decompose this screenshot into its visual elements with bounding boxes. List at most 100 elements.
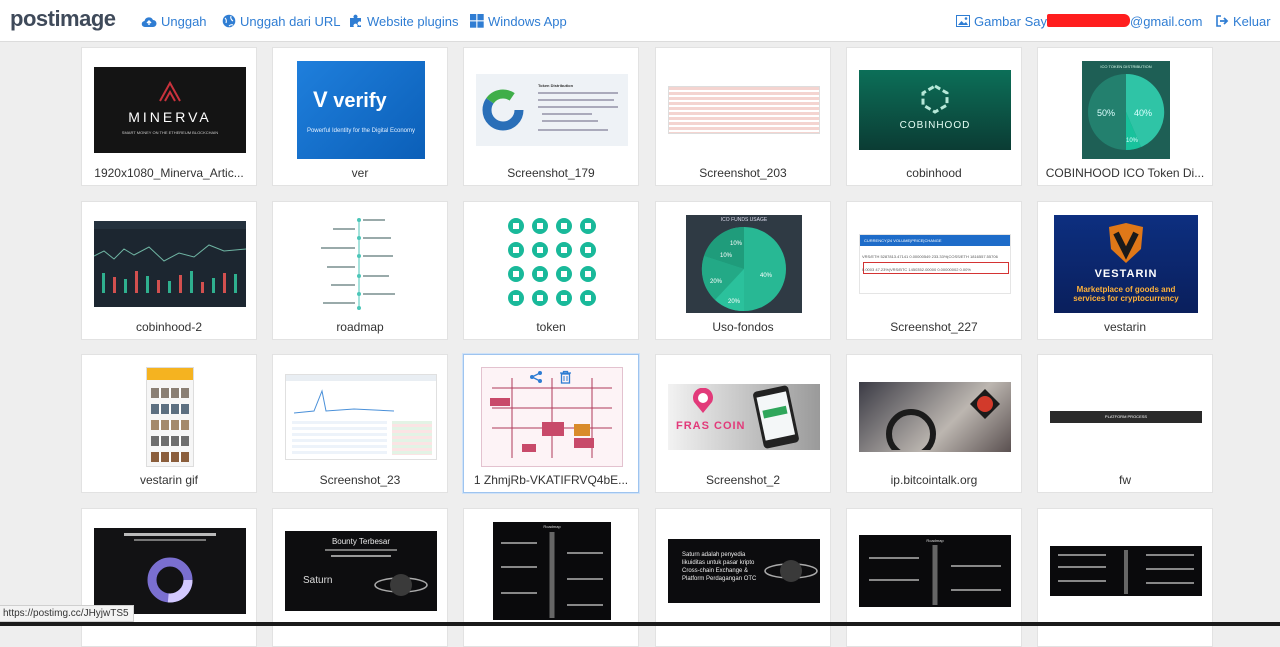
- trash-icon[interactable]: [559, 370, 573, 384]
- thumb-title: MINERVA: [128, 109, 212, 125]
- image-caption: Screenshot_227: [890, 320, 978, 334]
- thumb-title: COBINHOOD: [899, 120, 971, 131]
- thumbnail[interactable]: VESTARIN Marketplace of goods and servic…: [1050, 214, 1202, 314]
- gallery-card[interactable]: Token Distribution Screenshot_179: [463, 47, 639, 186]
- thumbnail[interactable]: CURRENCY|24 VOLUME|PRICE|CHANGE VRS/ETH …: [859, 214, 1011, 314]
- svg-text:10%: 10%: [720, 253, 733, 259]
- thumb-title: PLATFORM PROCESS: [1104, 414, 1148, 419]
- thumbnail[interactable]: Roadmap: [476, 521, 628, 621]
- upload-from-url-label: Unggah dari URL: [240, 13, 341, 29]
- gallery-card[interactable]: V verify Powerful Identity for the Digit…: [272, 47, 448, 186]
- thumbnail[interactable]: COBINHOOD: [859, 60, 1011, 160]
- website-plugins-label: Website plugins: [367, 13, 459, 29]
- thumb-title: VESTARIN: [1094, 268, 1158, 280]
- gallery-card[interactable]: Screenshot_203: [655, 47, 831, 186]
- windows-app-link[interactable]: Windows App: [470, 12, 567, 30]
- my-images-link[interactable]: Gambar Saya: [956, 12, 1054, 30]
- account-email-link[interactable]: @gmail.com: [1130, 12, 1202, 30]
- sign-out-icon: [1216, 15, 1229, 27]
- image-caption: 1920x1080_Minerva_Artic...: [94, 166, 244, 180]
- thumbnail[interactable]: [859, 367, 1011, 467]
- thumbnail[interactable]: Roadmap: [859, 521, 1011, 621]
- thumbnail[interactable]: PLATFORM PROCESS: [1050, 367, 1202, 467]
- image-caption: cobinhood-2: [135, 320, 203, 334]
- logout-link[interactable]: Keluar: [1216, 12, 1271, 30]
- gallery-card[interactable]: VESTARIN Marketplace of goods and servic…: [1037, 201, 1213, 340]
- thumbnail[interactable]: MINERVA SMART MONEY ON THE ETHEREUM BLOC…: [94, 60, 246, 160]
- gallery-card[interactable]: FRAS COIN Screenshot_2: [655, 354, 831, 493]
- thumb-title: Token Distribution: [538, 83, 574, 88]
- gallery-card[interactable]: cobinhood-2: [81, 201, 257, 340]
- thumb-title: FRAS COIN: [676, 420, 746, 432]
- thumbnail[interactable]: [668, 60, 820, 160]
- thumbnail[interactable]: Token Distribution: [476, 60, 628, 160]
- top-navbar: postimage Unggah Unggah dari URL Website…: [0, 0, 1280, 42]
- upload-label: Unggah: [161, 13, 207, 29]
- thumbnail[interactable]: [285, 214, 437, 314]
- logout-label: Keluar: [1233, 13, 1271, 29]
- thumbnail[interactable]: [476, 214, 628, 314]
- website-plugins-link[interactable]: Website plugins: [349, 12, 459, 30]
- gallery-card[interactable]: Screenshot_23: [272, 354, 448, 493]
- gallery-card-selected[interactable]: 1 ZhmjRb-VKATIFRVQ4bE...: [463, 354, 639, 493]
- postimage-logo[interactable]: postimage: [10, 6, 116, 32]
- thumb-subtitle: Saturn: [303, 575, 333, 586]
- thumbnail[interactable]: [94, 214, 246, 314]
- gallery-card[interactable]: [1037, 508, 1213, 647]
- thumbnail[interactable]: Saturn adalah penyedia likuiditas untuk …: [668, 521, 820, 621]
- image-caption: Screenshot_179: [507, 166, 595, 180]
- thumbnail[interactable]: [285, 367, 437, 467]
- upload-link[interactable]: Unggah: [141, 12, 207, 30]
- thumbnail[interactable]: Bounty Terbesar Saturn: [285, 521, 437, 621]
- thumb-title: ICO TOKEN DISTRIBUTION: [1100, 64, 1152, 69]
- cloud-upload-icon: [141, 16, 157, 27]
- thumb-subtitle: Marketplace of goods and services for cr…: [1073, 285, 1179, 303]
- thumbnail[interactable]: ICO FUNDS USAGE 10% 10% 20% 20% 40%: [668, 214, 820, 314]
- thumbnail[interactable]: [94, 367, 246, 467]
- svg-text:20%: 20%: [710, 279, 723, 285]
- gallery-card[interactable]: PLATFORM PROCESS fw: [1037, 354, 1213, 493]
- thumbnail[interactable]: FRAS COIN: [668, 367, 820, 467]
- gallery-card[interactable]: CURRENCY|24 VOLUME|PRICE|CHANGE VRS/ETH …: [846, 201, 1022, 340]
- image-caption: cobinhood: [906, 166, 962, 180]
- gallery-card[interactable]: ip.bitcointalk.org: [846, 354, 1022, 493]
- image-caption: token: [536, 320, 566, 334]
- gallery-card[interactable]: ICO FUNDS USAGE 10% 10% 20% 20% 40% Uso-fond…: [655, 201, 831, 340]
- svg-text:50%: 50%: [1097, 108, 1115, 118]
- account-email-label: @gmail.com: [1130, 13, 1203, 29]
- gallery-card[interactable]: [81, 508, 257, 647]
- image-icon: [956, 15, 970, 27]
- globe-icon: [222, 14, 236, 28]
- thumbnail[interactable]: [1050, 521, 1202, 621]
- gallery-card[interactable]: roadmap: [272, 201, 448, 340]
- thumbnail[interactable]: V verify Powerful Identity for the Digit…: [285, 60, 437, 160]
- image-caption: roadmap: [336, 320, 384, 334]
- svg-text:10%: 10%: [730, 241, 743, 247]
- image-action-bar: [464, 370, 638, 384]
- thumb-subtitle: SMART MONEY ON THE ETHEREUM BLOCKCHAIN: [121, 130, 219, 135]
- image-caption: Screenshot_2: [705, 473, 781, 487]
- gallery-card[interactable]: MINERVA SMART MONEY ON THE ETHEREUM BLOC…: [81, 47, 257, 186]
- gallery-card[interactable]: vestarin gif: [81, 354, 257, 493]
- gallery-card[interactable]: Saturn adalah penyedia likuiditas untuk …: [655, 508, 831, 647]
- svg-text:40%: 40%: [1134, 108, 1152, 118]
- image-caption: Screenshot_203: [699, 166, 787, 180]
- thumb-subtitle: Powerful Identity for the Digital Econom…: [306, 128, 416, 134]
- gallery-card[interactable]: Roadmap: [846, 508, 1022, 647]
- svg-text:10%: 10%: [1126, 138, 1139, 144]
- gallery-card[interactable]: COBINHOOD cobinhood: [846, 47, 1022, 186]
- gallery-card[interactable]: token: [463, 201, 639, 340]
- gallery-card[interactable]: ICO TOKEN DISTRIBUTION 50% 40% 10% COBINHO…: [1037, 47, 1213, 186]
- my-images-label: Gambar Saya: [974, 13, 1055, 29]
- thumb-title: ICO FUNDS USAGE: [720, 217, 768, 223]
- windows-app-label: Windows App: [488, 13, 567, 29]
- image-caption: 1 ZhmjRb-VKATIFRVQ4bE...: [473, 473, 629, 487]
- thumb-title: V verify: [313, 87, 387, 112]
- thumbnail[interactable]: ICO TOKEN DISTRIBUTION 50% 40% 10%: [1050, 60, 1202, 160]
- upload-from-url-link[interactable]: Unggah dari URL: [222, 12, 340, 30]
- windows-icon: [470, 14, 484, 28]
- puzzle-icon: [350, 14, 361, 27]
- share-icon[interactable]: [529, 370, 543, 384]
- gallery-card[interactable]: Roadmap: [463, 508, 639, 647]
- gallery-card[interactable]: Bounty Terbesar Saturn: [272, 508, 448, 647]
